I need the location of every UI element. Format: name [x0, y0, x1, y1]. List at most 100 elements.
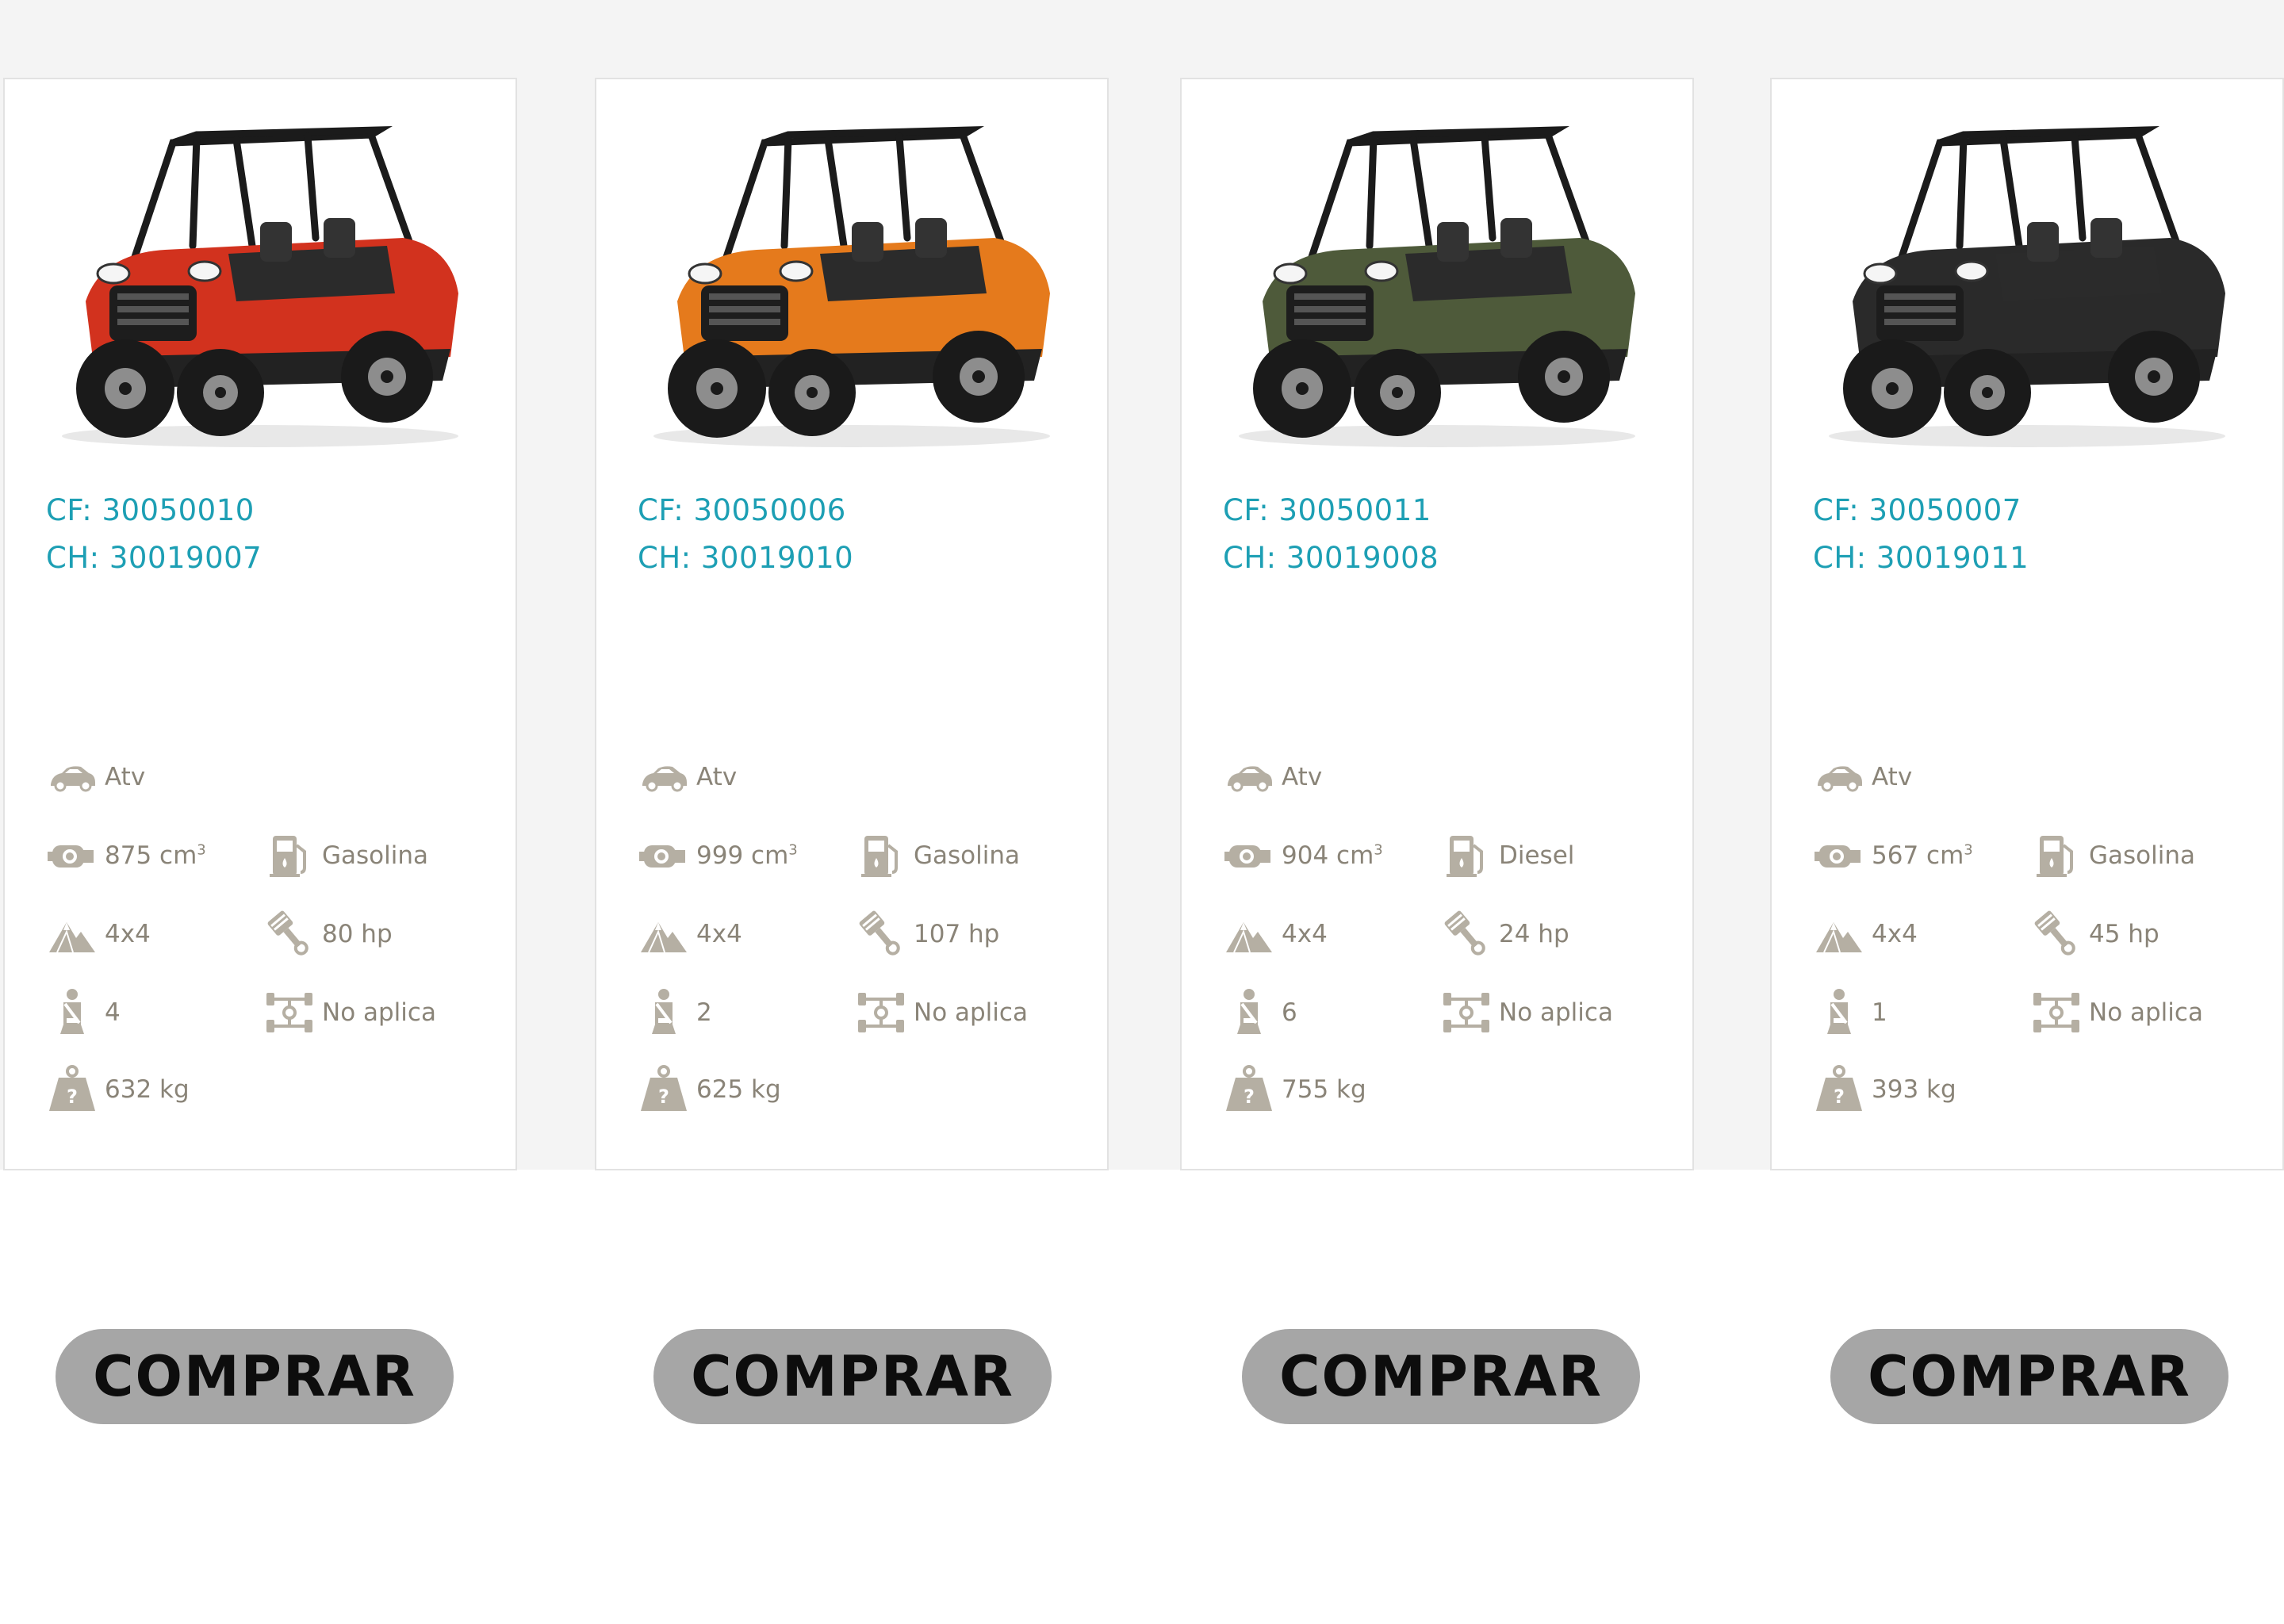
buy-button[interactable]: COMPRAR	[653, 1329, 1052, 1424]
buy-button[interactable]: COMPRAR	[56, 1329, 454, 1424]
spec-seats-value: 6	[1282, 998, 1297, 1027]
spec-transmission-value: No aplica	[2089, 998, 2203, 1027]
spec-traction: 4x4	[1813, 906, 1918, 962]
weight-icon: ?	[1813, 1063, 1865, 1116]
product-card[interactable]: CF: 30050006 CH: 30019010 Atv 999 cm3 Ga…	[595, 78, 1109, 1170]
spec-traction-value: 4x4	[1282, 920, 1328, 948]
weight-icon: ?	[638, 1063, 690, 1116]
spec-transmission-value: No aplica	[322, 998, 436, 1027]
spec-displacement: 875 cm3	[46, 828, 206, 883]
drivetrain-icon	[2030, 986, 2083, 1039]
spec-vehicle-type-value: Atv	[1282, 763, 1323, 791]
spec-vehicle-type-value: Atv	[696, 763, 738, 791]
fuel-pump-icon	[2030, 829, 2083, 882]
spec-vehicle-type-value: Atv	[105, 763, 146, 791]
product-ch-code: CH: 30019010	[638, 541, 854, 575]
seatbelt-icon	[46, 986, 98, 1039]
spec-transmission: No aplica	[855, 985, 1028, 1040]
buy-button[interactable]: COMPRAR	[1242, 1329, 1640, 1424]
seatbelt-icon	[1223, 986, 1275, 1039]
product-ch-code: CH: 30019011	[1813, 541, 2029, 575]
product-image[interactable]	[1772, 79, 2282, 452]
engine-icon	[46, 829, 98, 882]
product-image[interactable]	[1182, 79, 1692, 452]
spec-fuel-value: Gasolina	[322, 841, 429, 870]
spec-weight: ? 755 kg	[1223, 1062, 1366, 1117]
product-cf-code: CF: 30050011	[1223, 493, 1431, 527]
spec-weight-value: 393 kg	[1872, 1075, 1956, 1104]
spec-seats-value: 2	[696, 998, 712, 1027]
spec-displacement-value: 875 cm3	[105, 841, 206, 870]
spec-vehicle-type-value: Atv	[1872, 763, 1913, 791]
product-image[interactable]	[596, 79, 1107, 452]
spec-traction-value: 4x4	[105, 920, 151, 948]
spec-transmission-value: No aplica	[1499, 998, 1613, 1027]
mountain-icon	[1813, 908, 1865, 960]
car-icon	[46, 751, 98, 803]
mountain-icon	[1223, 908, 1275, 960]
spec-fuel-value: Diesel	[1499, 841, 1575, 870]
piston-icon	[1440, 908, 1493, 960]
product-card[interactable]: CF: 30050011 CH: 30019008 Atv 904 cm3 Di…	[1180, 78, 1694, 1170]
spec-vehicle-type: Atv	[1813, 749, 1912, 805]
drivetrain-icon	[855, 986, 907, 1039]
spec-weight: ? 625 kg	[638, 1062, 781, 1117]
svg-text:?: ?	[658, 1086, 669, 1108]
spec-traction: 4x4	[1223, 906, 1328, 962]
spec-seats: 4	[46, 985, 121, 1040]
fuel-pump-icon	[263, 829, 316, 882]
spec-power-value: 45 hp	[2089, 920, 2159, 948]
spec-weight-value: 625 kg	[696, 1075, 781, 1104]
spec-weight-value: 632 kg	[105, 1075, 190, 1104]
spec-power: 45 hp	[2030, 906, 2159, 962]
spec-fuel-value: Gasolina	[914, 841, 1021, 870]
unit-superscript: 3	[1374, 841, 1383, 859]
fuel-pump-icon	[1440, 829, 1493, 882]
car-icon	[638, 751, 690, 803]
svg-text:?: ?	[1244, 1086, 1255, 1108]
piston-icon	[855, 908, 907, 960]
spec-seats-value: 1	[1872, 998, 1887, 1027]
product-cf-code: CF: 30050007	[1813, 493, 2021, 527]
engine-icon	[638, 829, 690, 882]
spec-power: 107 hp	[855, 906, 999, 962]
product-image[interactable]	[5, 79, 515, 452]
spec-power-value: 24 hp	[1499, 920, 1569, 948]
spec-power-value: 80 hp	[322, 920, 393, 948]
spec-seats: 1	[1813, 985, 1887, 1040]
unit-superscript: 3	[788, 841, 798, 859]
spec-displacement-value: 567 cm3	[1872, 841, 1973, 870]
spec-power: 24 hp	[1440, 906, 1569, 962]
product-ch-code: CH: 30019007	[46, 541, 263, 575]
product-card[interactable]: CF: 30050007 CH: 30019011 Atv 567 cm3 Ga…	[1770, 78, 2284, 1170]
spec-traction-value: 4x4	[696, 920, 742, 948]
spec-seats: 6	[1223, 985, 1297, 1040]
fuel-pump-icon	[855, 829, 907, 882]
product-ch-code: CH: 30019008	[1223, 541, 1439, 575]
product-card[interactable]: CF: 30050010 CH: 30019007 Atv 875 cm3 Ga…	[3, 78, 517, 1170]
weight-icon: ?	[1223, 1063, 1275, 1116]
spec-displacement: 904 cm3	[1223, 828, 1383, 883]
unit-superscript: 3	[197, 841, 206, 859]
mountain-icon	[46, 908, 98, 960]
piston-icon	[263, 908, 316, 960]
unit-superscript: 3	[1964, 841, 1973, 859]
spec-fuel: Gasolina	[2030, 828, 2195, 883]
spec-weight: ? 393 kg	[1813, 1062, 1956, 1117]
engine-icon	[1223, 829, 1275, 882]
spec-displacement-value: 999 cm3	[696, 841, 798, 870]
spec-vehicle-type: Atv	[1223, 749, 1322, 805]
buy-button[interactable]: COMPRAR	[1830, 1329, 2228, 1424]
seatbelt-icon	[638, 986, 690, 1039]
seatbelt-icon	[1813, 986, 1865, 1039]
spec-seats: 2	[638, 985, 712, 1040]
spec-vehicle-type: Atv	[46, 749, 145, 805]
spec-transmission: No aplica	[2030, 985, 2203, 1040]
spec-traction: 4x4	[46, 906, 151, 962]
spec-power-value: 107 hp	[914, 920, 1000, 948]
spec-weight-value: 755 kg	[1282, 1075, 1366, 1104]
spec-displacement: 567 cm3	[1813, 828, 1973, 883]
spec-displacement-value: 904 cm3	[1282, 841, 1383, 870]
svg-text:?: ?	[1834, 1086, 1845, 1108]
car-icon	[1813, 751, 1865, 803]
